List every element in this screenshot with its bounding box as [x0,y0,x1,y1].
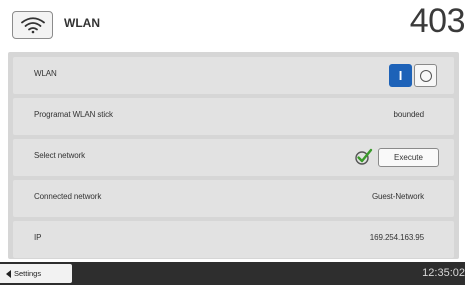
row-label: Programat WLAN stick [34,110,113,119]
program-number: 403 [409,2,465,40]
header-bar: WLAN 403 [0,0,465,49]
settings-back-button[interactable]: Settings [0,264,72,283]
row-label: Connected network [34,192,102,201]
row-label: Select network [34,151,86,160]
row-value: 169.254.163.95 [369,233,424,242]
execute-button[interactable]: Execute [378,148,439,167]
toggle-on-button[interactable]: I [389,64,412,87]
back-button-label: Settings [14,269,42,278]
settings-panel: WLAN I Programat WLAN stick bounded Sele… [8,52,459,259]
wifi-icon [20,17,45,34]
setting-row-wlan: WLAN I [13,57,454,94]
setting-row-connected-network: Connected network Guest-Network [13,180,454,217]
check-icon [355,148,373,165]
footer-bar: Settings 12:35:02 [0,262,465,285]
row-value: bounded [393,110,425,119]
clock: 12:35:02 [422,267,465,279]
off-circle-icon [419,69,432,82]
row-value: Guest-Network [371,192,424,201]
setting-row-select-network: Select network Execute [13,139,454,176]
setting-row-ip: IP 169.254.163.95 [13,221,454,258]
setting-row-wlan-stick: Programat WLAN stick bounded [13,98,454,135]
row-label: IP [34,233,42,242]
wifi-button[interactable] [12,11,53,39]
row-label: WLAN [34,69,57,78]
page-title: WLAN [64,16,100,30]
toggle-off-button[interactable] [414,64,437,87]
back-arrow-icon [6,269,11,278]
wlan-toggle[interactable]: I [389,64,437,87]
